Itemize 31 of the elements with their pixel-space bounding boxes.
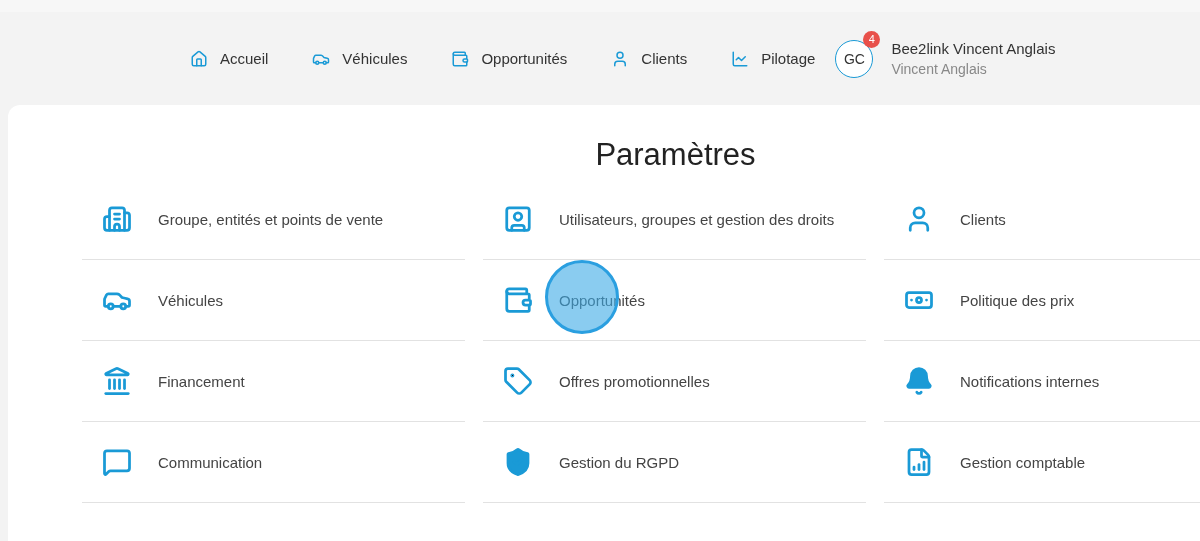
settings-item-label: Communication bbox=[158, 453, 263, 471]
nav-link[interactable]: Accueil bbox=[190, 49, 269, 68]
settings-item[interactable]: Véhicules bbox=[82, 260, 465, 341]
settings-item[interactable]: Groupe, entités et points de vente bbox=[82, 179, 465, 260]
notification-badge: 4 bbox=[863, 30, 881, 48]
page-title: Paramètres bbox=[595, 137, 756, 173]
settings-item[interactable]: Gestion du RGPD bbox=[483, 422, 866, 503]
settings-item[interactable]: Utilisateurs, groupes et gestion des droits bbox=[483, 179, 866, 260]
settings-item[interactable]: Clients bbox=[884, 179, 1200, 260]
settings-item-label: Groupe, entités et points de vente bbox=[158, 210, 384, 228]
settings-item-label: Gestion comptable bbox=[960, 453, 1086, 471]
settings-item-label: Gestion du RGPD bbox=[559, 453, 680, 471]
settings-item[interactable]: Notifications internes bbox=[884, 341, 1200, 422]
settings-item-label: Véhicules bbox=[158, 291, 224, 309]
user-name: Bee2link Vincent Anglais bbox=[891, 40, 1056, 57]
settings-item-label: Politique des prix bbox=[960, 291, 1075, 309]
settings-item-label: Notifications internes bbox=[960, 372, 1100, 390]
settings-item[interactable]: Financement bbox=[82, 341, 465, 422]
settings-item[interactable]: Offres promotionnelles bbox=[483, 341, 866, 422]
settings-item-label: Utilisateurs, groupes et gestion des droits bbox=[559, 210, 835, 228]
nav-link[interactable]: Véhicules bbox=[312, 49, 408, 68]
nav-link[interactable]: Opportunités bbox=[451, 49, 568, 68]
nav-link[interactable]: Clients bbox=[611, 49, 688, 68]
settings-item[interactable]: Communication bbox=[82, 422, 465, 503]
settings-item-label: Financement bbox=[158, 372, 245, 390]
settings-item[interactable]: Gestion comptable bbox=[884, 422, 1200, 503]
settings-item-label: Offres promotionnelles bbox=[559, 372, 710, 390]
settings-item-label: Clients bbox=[960, 210, 1006, 228]
settings-item[interactable]: Politique des prix bbox=[884, 260, 1200, 341]
user-subtitle: Vincent Anglais bbox=[891, 61, 988, 77]
nav-link[interactable]: Pilotage bbox=[731, 49, 816, 68]
